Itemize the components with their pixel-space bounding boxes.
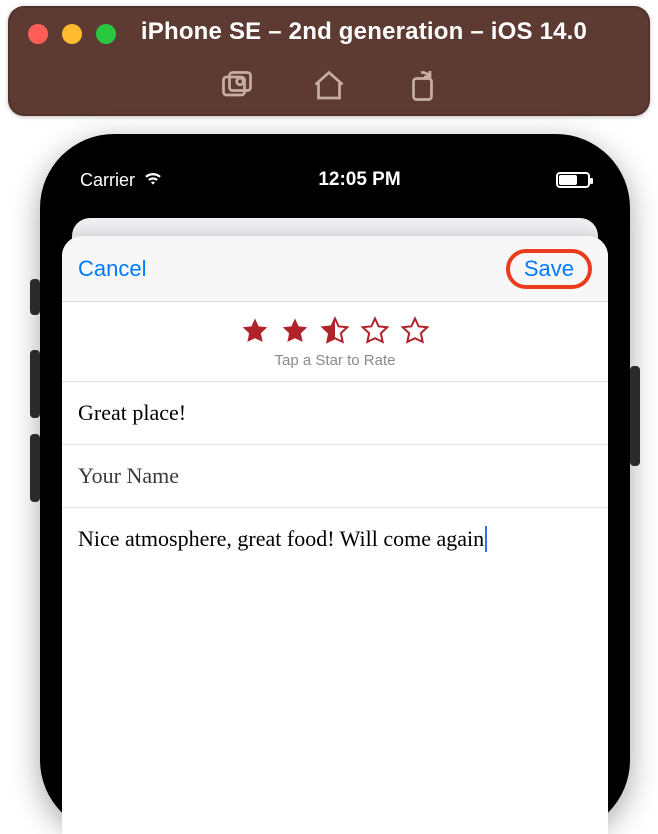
star-1-icon[interactable] [240, 316, 270, 346]
simulator-window-titlebar: iPhone SE – 2nd generation – iOS 14.0 [8, 6, 650, 116]
side-power-button[interactable] [630, 366, 640, 466]
star-4-icon[interactable] [360, 316, 390, 346]
status-bar: Carrier 12:05 PM [62, 156, 608, 204]
body-textarea[interactable]: Nice atmosphere, great food! Will come a… [62, 508, 608, 570]
mute-switch[interactable] [30, 279, 40, 315]
wifi-icon [143, 170, 163, 191]
body-textarea-value: Nice atmosphere, great food! Will come a… [78, 526, 484, 552]
status-time: 12:05 PM [318, 169, 400, 191]
title-input-value: Great place! [78, 400, 186, 425]
volume-up-button[interactable] [30, 350, 40, 418]
save-button-highlight-ring: Save [506, 249, 592, 289]
name-input-placeholder: Your Name [78, 463, 179, 488]
review-modal: Cancel Save [62, 236, 608, 834]
simulator-toolbar [8, 58, 650, 114]
cancel-button[interactable]: Cancel [78, 256, 146, 282]
screenshot-icon[interactable] [219, 68, 255, 104]
name-input[interactable]: Your Name [62, 445, 608, 508]
volume-down-button[interactable] [30, 434, 40, 502]
rating-hint-label: Tap a Star to Rate [62, 352, 608, 369]
iphone-device-frame: Carrier 12:05 PM Cancel Save [40, 134, 630, 834]
star-3-half-icon[interactable] [320, 316, 350, 346]
star-2-icon[interactable] [280, 316, 310, 346]
star-rating-control[interactable] [62, 316, 608, 346]
iphone-screen: Carrier 12:05 PM Cancel Save [62, 156, 608, 834]
rating-section: Tap a Star to Rate [62, 302, 608, 382]
simulator-window-title: iPhone SE – 2nd generation – iOS 14.0 [8, 18, 650, 46]
modal-nav-bar: Cancel Save [62, 236, 608, 302]
star-5-icon[interactable] [400, 316, 430, 346]
title-input[interactable]: Great place! [62, 382, 608, 445]
save-button[interactable]: Save [524, 256, 574, 282]
carrier-label: Carrier [80, 170, 135, 191]
text-cursor [485, 526, 487, 552]
home-icon[interactable] [311, 68, 347, 104]
rotate-icon[interactable] [403, 68, 439, 104]
battery-icon [556, 172, 590, 188]
